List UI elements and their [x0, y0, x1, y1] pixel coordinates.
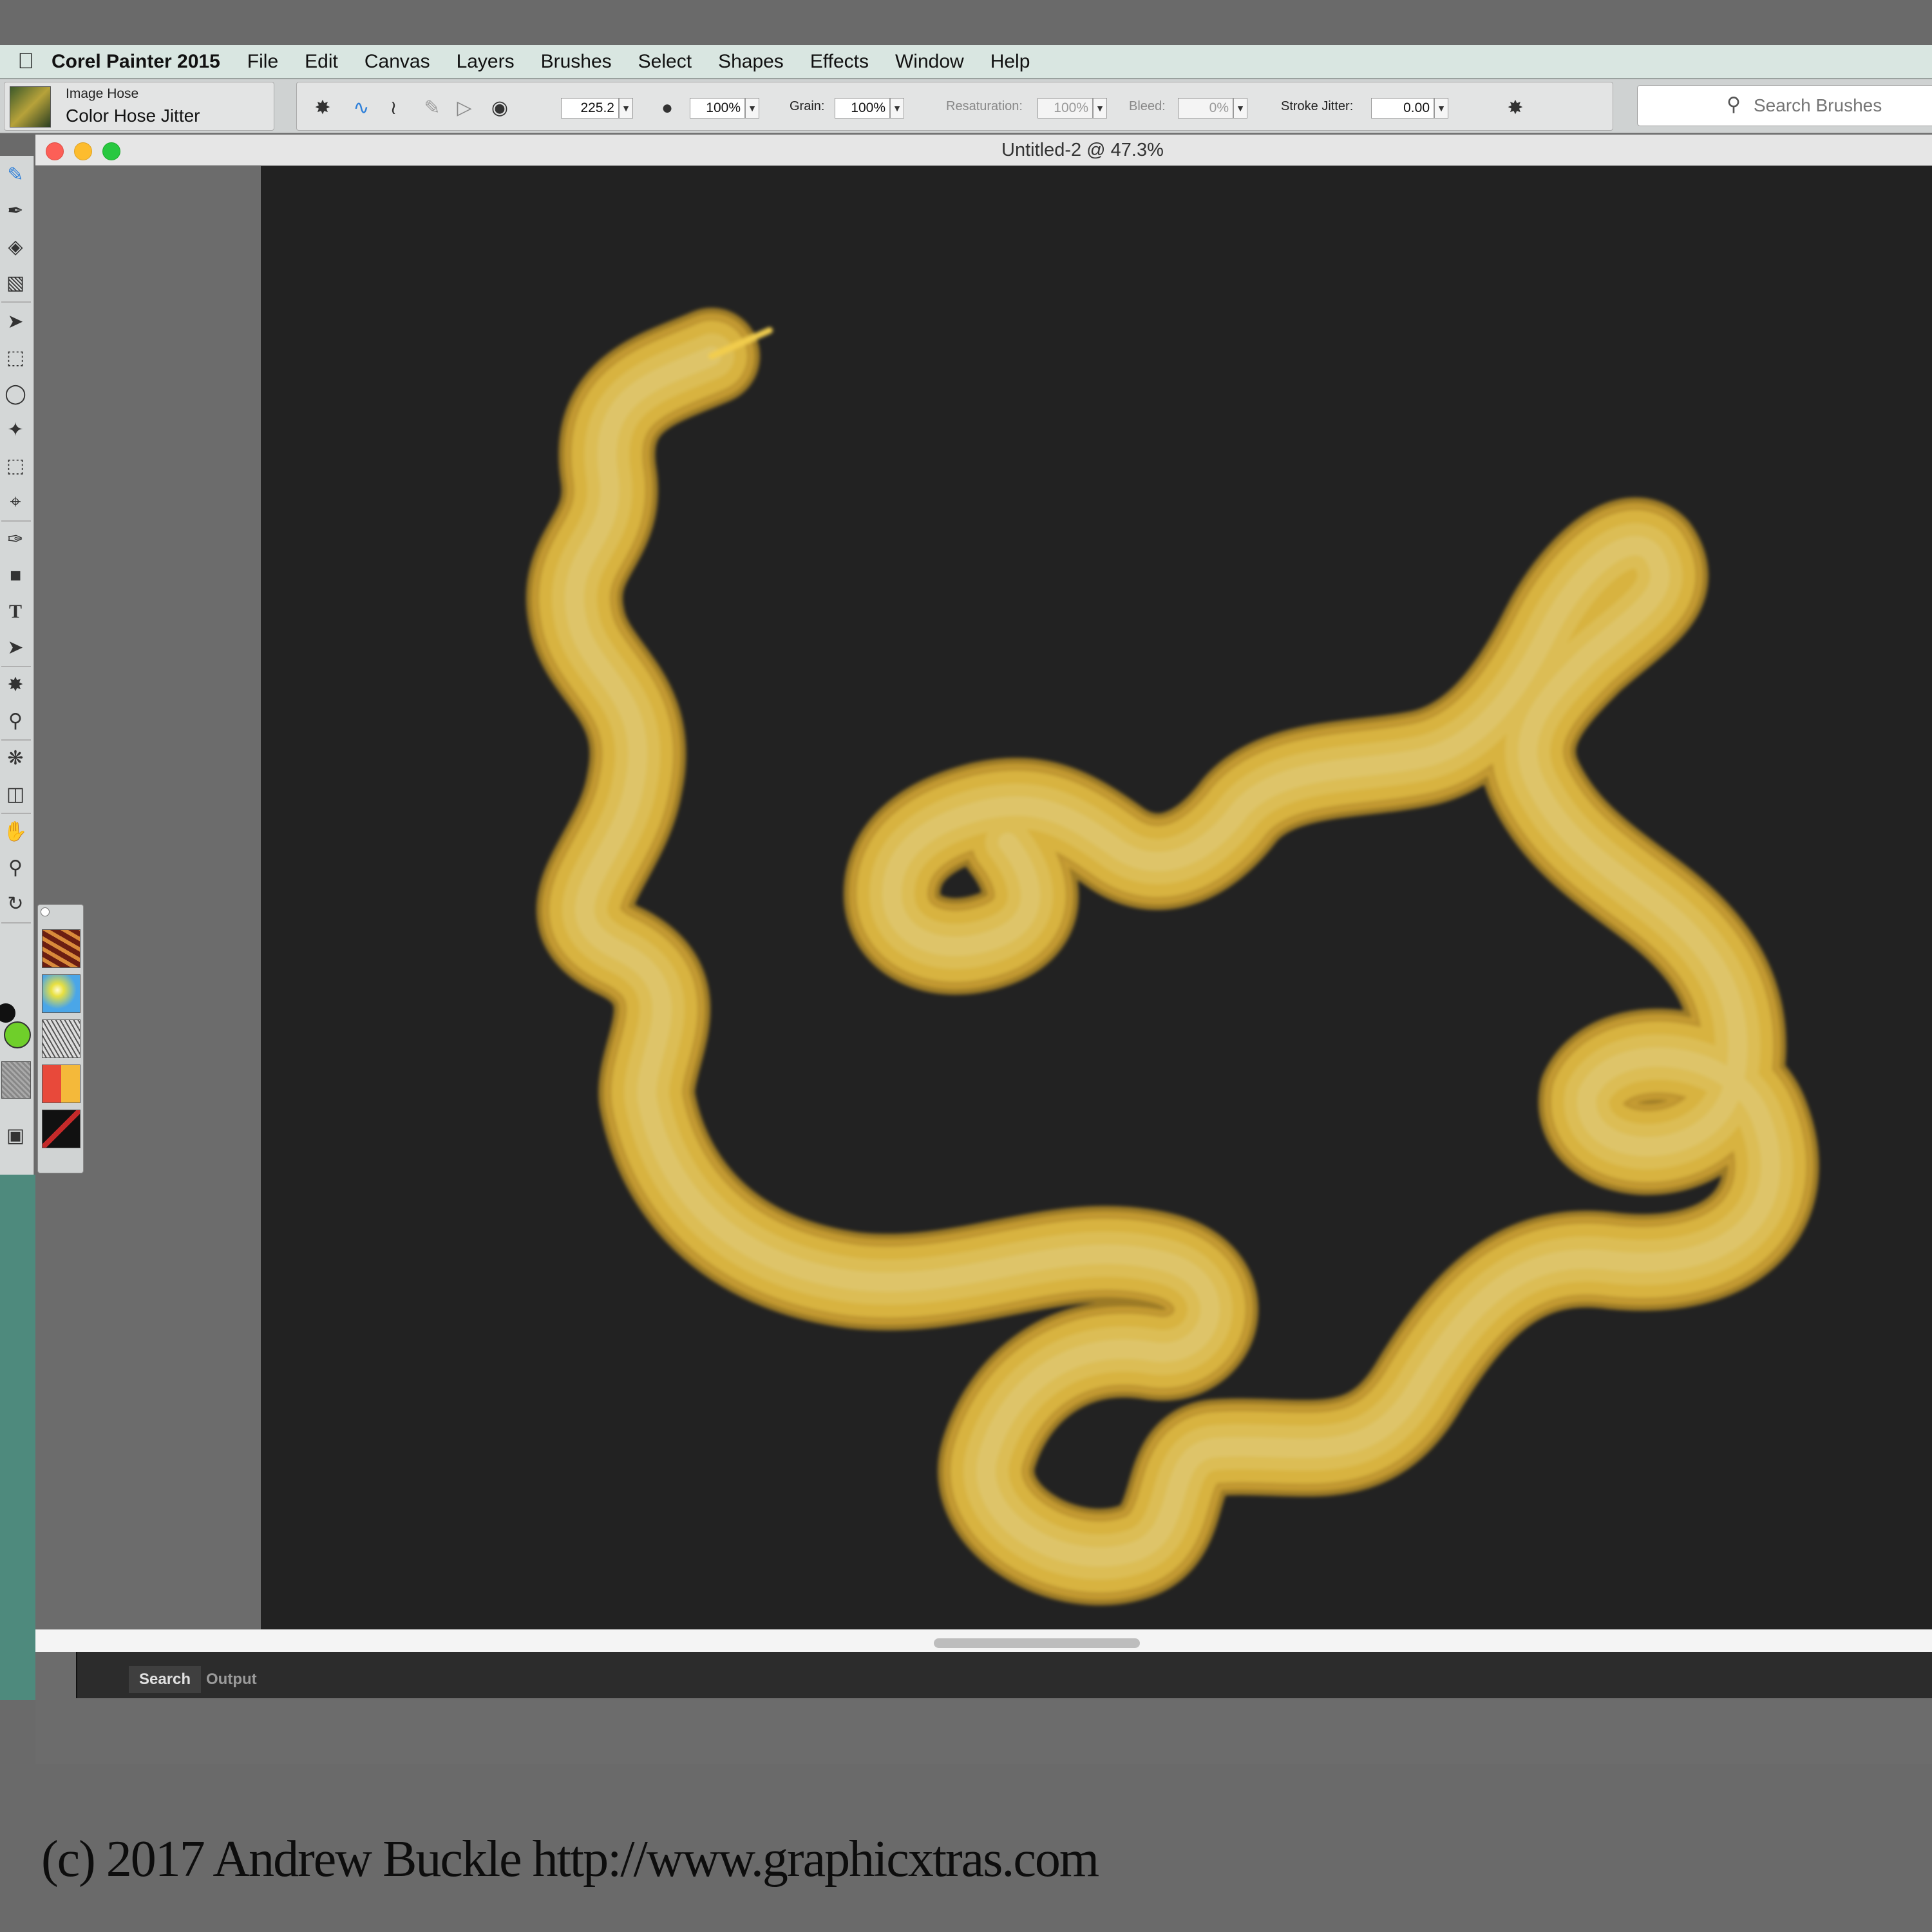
brush-icon[interactable]: ✎ — [1, 161, 30, 189]
menu-file[interactable]: File — [247, 51, 278, 73]
grabber-icon[interactable]: ✋ — [1, 818, 30, 846]
bleed-label: Bleed: — [1129, 99, 1166, 113]
paper-swatch[interactable] — [1, 1061, 31, 1099]
brush-thumbnail-icon[interactable] — [10, 86, 51, 128]
menu-brushes[interactable]: Brushes — [541, 51, 612, 73]
menu-effects[interactable]: Effects — [810, 51, 869, 73]
toolbox-divider — [1, 739, 31, 741]
minimize-window-button[interactable] — [74, 142, 92, 160]
rotate-page-icon[interactable]: ↻ — [1, 890, 30, 918]
pen-icon[interactable]: ✑ — [1, 526, 30, 554]
toolbox-divider — [1, 813, 31, 814]
straight-line-stroke-icon[interactable]: ≀ — [381, 95, 406, 121]
shape-selection-icon[interactable]: ➤ — [1, 634, 30, 662]
main-color-swatch[interactable] — [0, 1003, 15, 1023]
close-window-button[interactable] — [46, 142, 64, 160]
menu-edit[interactable]: Edit — [305, 51, 338, 73]
magic-wand-icon[interactable]: ✦ — [1, 416, 30, 444]
look-library-icon[interactable] — [42, 1065, 80, 1103]
search-input[interactable] — [1752, 92, 1932, 119]
brush-selector[interactable]: Image Hose Color Hose Jitter — [4, 82, 274, 131]
bleed-field[interactable]: 0% — [1178, 98, 1233, 118]
bottom-panel: Search Output — [76, 1652, 1932, 1698]
document-title-bar: Untitled-2 @ 47.3% — [35, 135, 1932, 166]
app-menu[interactable]: Corel Painter 2015 — [52, 51, 220, 73]
screen-mode-icon[interactable]: ▣ — [1, 1122, 30, 1150]
rectangle-shape-icon[interactable]: ■ — [1, 562, 30, 590]
menu-shapes[interactable]: Shapes — [718, 51, 784, 73]
copyright-text: (c) 2017 Andrew Buckle http://www.graphi… — [41, 1831, 1099, 1888]
transform-icon[interactable]: ➤ — [1, 308, 30, 336]
brush-size-icon: ◉ — [491, 97, 509, 118]
additional-color-swatch[interactable] — [4, 1021, 31, 1048]
document-title: Untitled-2 @ 47.3% — [1001, 140, 1164, 160]
dodge-icon[interactable]: ⚲ — [1, 707, 30, 735]
grain-label: Grain: — [790, 99, 825, 113]
toolbox-divider — [1, 922, 31, 923]
hose-stroke-texture — [536, 317, 1810, 1596]
search-brushes[interactable]: ⚲ — [1637, 85, 1932, 126]
bleed-dropdown-icon[interactable]: ▼ — [1233, 98, 1247, 118]
paint-bucket-icon[interactable]: ◈ — [1, 233, 30, 261]
menu-canvas[interactable]: Canvas — [365, 51, 430, 73]
desktop-background — [0, 1175, 35, 1700]
size-dropdown-icon[interactable]: ▼ — [619, 98, 633, 118]
tab-output[interactable]: Output — [196, 1666, 267, 1693]
menu-window[interactable]: Window — [895, 51, 964, 73]
toolbox: ✎ ✒ ◈ ▧ ➤ ⬚ ◯ ✦ ⬚ ⌖ ✑ ■ T ➤ ✸ ⚲ ❋ ◫ ✋ ⚲ … — [0, 156, 34, 1175]
gradient-library-icon[interactable] — [42, 974, 80, 1013]
nozzle-library-icon[interactable] — [42, 1019, 80, 1058]
horizontal-scrollbar[interactable] — [35, 1629, 1932, 1652]
opacity-field[interactable]: 100% — [690, 98, 745, 118]
mirror-icon[interactable]: ◫ — [1, 781, 30, 809]
resaturation-dropdown-icon[interactable]: ▼ — [1093, 98, 1107, 118]
menu-select[interactable]: Select — [638, 51, 692, 73]
clone-color-icon[interactable]: ✎ — [419, 95, 445, 121]
brush-options: ✸ ∿ ≀ ✎ ▷ ◉ 225.2 ▼ ● 100% ▼ Grain: 100%… — [296, 82, 1613, 131]
crop-icon[interactable]: ⌖ — [1, 488, 30, 516]
toolbox-divider — [1, 520, 31, 522]
reset-brush-icon[interactable]: ✸ — [310, 95, 336, 121]
grain-dropdown-icon[interactable]: ▼ — [890, 98, 904, 118]
brush-category: Image Hose — [66, 86, 139, 101]
menu-help[interactable]: Help — [990, 51, 1030, 73]
toolbox-divider — [1, 666, 31, 667]
selection-adjuster-icon[interactable]: ⬚ — [1, 452, 30, 480]
lasso-icon[interactable]: ◯ — [1, 380, 30, 408]
brush-controls-icon[interactable]: ✸ — [1502, 95, 1528, 121]
opacity-icon: ● — [661, 97, 674, 118]
tab-search[interactable]: Search — [129, 1666, 202, 1693]
painted-stroke — [526, 308, 1819, 1605]
selection-library-icon[interactable] — [42, 1110, 80, 1148]
menu-bar:  Corel Painter 2015 File Edit Canvas La… — [0, 45, 1932, 79]
dropper-icon[interactable]: ✒ — [1, 197, 30, 225]
grain-field[interactable]: 100% — [835, 98, 890, 118]
canvas[interactable] — [261, 166, 1932, 1629]
resaturation-field[interactable]: 100% — [1037, 98, 1093, 118]
text-icon[interactable]: T — [1, 598, 30, 626]
magnifier-icon[interactable]: ⚲ — [1, 854, 30, 882]
toolbox-divider — [1, 301, 31, 303]
opacity-dropdown-icon[interactable]: ▼ — [745, 98, 759, 118]
stroke-attributes-icon[interactable]: ▷ — [451, 95, 477, 121]
scrollbar-thumb[interactable] — [934, 1638, 1140, 1648]
eraser-icon[interactable]: ▧ — [1, 269, 30, 298]
stroke-jitter-label: Stroke Jitter: — [1281, 99, 1354, 113]
stroke-jitter-dropdown-icon[interactable]: ▼ — [1434, 98, 1448, 118]
brush-variant: Color Hose Jitter — [66, 106, 200, 126]
stroke-jitter-field[interactable]: 0.00 — [1371, 98, 1434, 118]
clone-icon[interactable]: ✸ — [1, 671, 30, 699]
zoom-window-button[interactable] — [102, 142, 120, 160]
pattern-library-icon[interactable] — [42, 929, 80, 968]
apple-icon[interactable]:  — [0, 49, 52, 74]
freehand-stroke-icon[interactable]: ∿ — [348, 95, 374, 121]
size-field[interactable]: 225.2 — [561, 98, 619, 118]
palette-close-button[interactable] — [41, 907, 50, 916]
resaturation-label: Resaturation: — [946, 99, 1023, 113]
menu-layers[interactable]: Layers — [457, 51, 515, 73]
rect-select-icon[interactable]: ⬚ — [1, 344, 30, 372]
kaleidoscope-icon[interactable]: ❋ — [1, 744, 30, 773]
search-icon: ⚲ — [1727, 94, 1741, 115]
media-library-palette — [37, 904, 84, 1173]
